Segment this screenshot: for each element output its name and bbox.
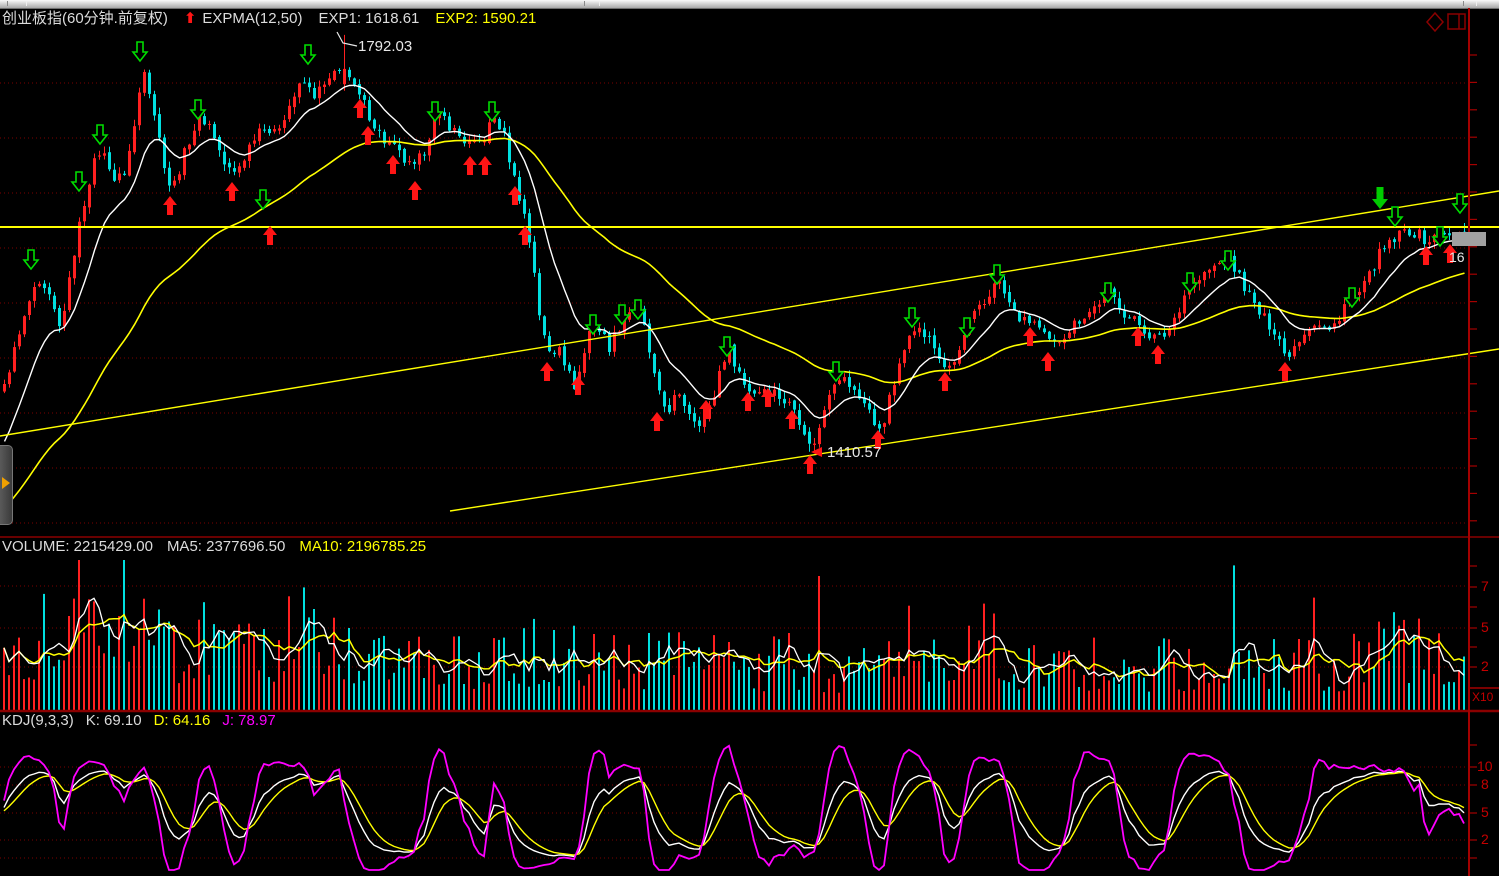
peak-price-annotation: 1792.03 bbox=[358, 39, 412, 56]
buy-signal-legend-icon: ⬆ bbox=[184, 11, 197, 28]
kdj-k-value: K: 69.10 bbox=[86, 713, 142, 730]
trough-price-annotation: 1410.57 bbox=[827, 445, 881, 462]
instrument-title: 创业板指(60分钟.前复权) bbox=[2, 11, 168, 28]
volume-header: VOLUME: 2215429.00 MA5: 2377696.50 MA10:… bbox=[2, 539, 426, 556]
expand-panel-arrow-icon bbox=[2, 477, 10, 489]
exp2-value: EXP2: 1590.21 bbox=[435, 11, 536, 28]
kdj-header: KDJ(9,3,3) K: 69.10 D: 64.16 J: 78.97 bbox=[2, 713, 276, 730]
expand-left-panel-button[interactable] bbox=[0, 445, 13, 525]
volume-axis-tick-25: 2 bbox=[1481, 659, 1489, 674]
kdj-d-value: D: 64.16 bbox=[154, 713, 211, 730]
exp1-value: EXP1: 1618.61 bbox=[318, 11, 419, 28]
trading-app-window: 创业板指(60分钟.前复权) ⬆ EXPMA(12,50) EXP1: 1618… bbox=[0, 0, 1499, 876]
volume-ma10-value: MA10: 2196785.25 bbox=[299, 539, 426, 556]
volume-axis-tick-50: 5 bbox=[1481, 620, 1489, 635]
split-window-icon[interactable] bbox=[1448, 14, 1465, 29]
kdj-axis-tick-50: 5 bbox=[1481, 805, 1489, 820]
kdj-axis-tick-20: 2 bbox=[1481, 832, 1489, 847]
volume-value[interactable]: VOLUME: 2215429.00 bbox=[2, 539, 153, 556]
chart-canvas[interactable] bbox=[0, 0, 1499, 876]
kdj-axis-tick-80: 8 bbox=[1481, 777, 1489, 792]
kdj-j-value: J: 78.97 bbox=[222, 713, 275, 730]
kdj-indicator-name[interactable]: KDJ(9,3,3) bbox=[2, 713, 74, 730]
indicator-name[interactable]: EXPMA(12,50) bbox=[202, 11, 302, 28]
volume-axis-tick-75: 7 bbox=[1481, 579, 1489, 594]
main-chart-header: 创业板指(60分钟.前复权) ⬆ EXPMA(12,50) EXP1: 1618… bbox=[2, 11, 536, 28]
volume-axis-unit: X10 bbox=[1472, 691, 1493, 704]
diamond-tool-icon[interactable] bbox=[1427, 13, 1443, 31]
volume-ma5-value: MA5: 2377696.50 bbox=[167, 539, 285, 556]
kdj-axis-tick-100: 10 bbox=[1477, 759, 1493, 774]
last-price-label: 16 bbox=[1449, 250, 1465, 265]
